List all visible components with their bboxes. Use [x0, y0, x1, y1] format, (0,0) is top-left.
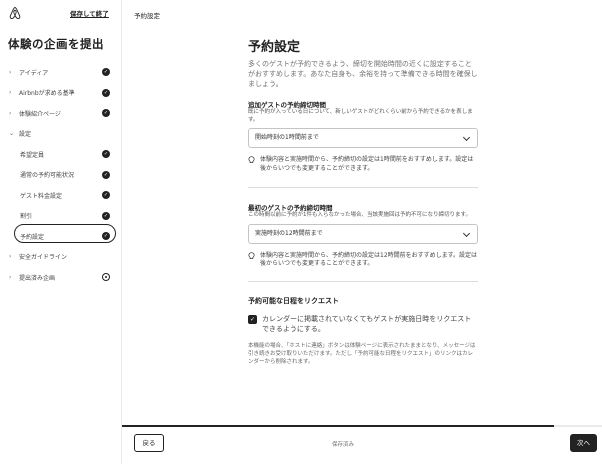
sidebar-item[interactable]: ゲスト料金設定 ✓	[0, 185, 122, 206]
sidebar-item-label: ゲスト料金設定	[20, 192, 63, 200]
request-dates-option: ✓ カレンダーに掲載されていなくてもゲストが実施日時をリクエストできるようにする…	[248, 314, 478, 334]
sidebar-item[interactable]: › Airbnbが求める基準 ✓	[0, 83, 122, 104]
check-circle-icon: ✓	[102, 150, 110, 159]
page-title: 予約設定	[248, 40, 301, 55]
content: 予約設定 多くのゲストが予約できるよう、締切を開始時間の近くに設定することがおす…	[248, 36, 478, 366]
section1-title: 追加ゲストの予約締切時間	[248, 101, 326, 109]
sidebar-title: 体験の企画を提出	[8, 37, 104, 51]
sidebar-item-label: 安全ガイドライン	[19, 254, 68, 262]
sidebar-item[interactable]: › 安全ガイドライン	[0, 247, 122, 268]
guest-cutoff-value: 開始時刻の1時間前まで	[255, 134, 319, 141]
sidebar-item-label: 設定	[19, 131, 32, 139]
sidebar-item[interactable]: › 提出済み企画	[0, 267, 122, 288]
sidebar-item[interactable]: 希望定員 ✓	[0, 144, 122, 165]
section1-desc: 既に予約が入っている日について、新しいゲストがどれくらい前から予約できるかを表し…	[248, 109, 473, 123]
first-guest-cutoff-select[interactable]: 実施時刻の12時間前まで	[248, 223, 478, 244]
sidebar-item[interactable]: 割引 ✓	[0, 206, 122, 227]
check-circle-icon: ✓	[102, 170, 110, 179]
sidebar-item-label: 割引	[20, 213, 33, 221]
chevron-right-icon: ›	[9, 109, 12, 117]
chevron-right-icon: ›	[9, 253, 12, 261]
sidebar-nav: › アイディア ✓ › Airbnbが求める基準 ✓ › 体験紹介ページ ✓ ⌄ 設定 希望定員 ✓ 通常…	[0, 62, 122, 288]
sidebar: 保存して終了 体験の企画を提出 › アイディア ✓ › Airbnbが求める基準 ✓ › 体験…	[0, 0, 122, 464]
check-circle-icon: ✓	[102, 191, 110, 200]
chevron-right-icon: ›	[9, 89, 12, 97]
chevron-down-icon: ⌄	[9, 130, 15, 138]
section3-title: 予約可能な日程をリクエスト	[248, 296, 339, 305]
section2-desc: この時間以前に予約が1件も入らなかった場合、当該実施回は予約不可になり締切ります…	[248, 212, 471, 218]
section2-tip: 体験内容と実施時間から、予約締切の設定は12時間前をおすすめします。設定は後から…	[248, 252, 478, 269]
first-guest-cutoff-value: 実施時刻の12時間前まで	[255, 229, 323, 237]
section2-tip-text: 体験内容と実施時間から、予約締切の設定は12時間前をおすすめします。設定は後から…	[260, 251, 478, 268]
section1-tip: 体験内容と実施時間から、予約締切の設定は1時間前をおすすめします。設定は後からい…	[248, 156, 478, 173]
breadcrumb: 予約設定	[134, 12, 160, 20]
request-dates-label: カレンダーに掲載されていなくてもゲストが実施日時をリクエストできるようにする。	[262, 314, 472, 333]
airbnb-logo-icon[interactable]	[9, 6, 21, 20]
check-circle-icon: ✓	[102, 211, 110, 220]
sidebar-item-label: Airbnbが求める基準	[19, 90, 75, 98]
sidebar-item[interactable]: › アイディア ✓	[0, 62, 122, 83]
sidebar-item-label: 体験紹介ページ	[19, 110, 61, 118]
sidebar-item-label: アイディア	[19, 69, 49, 77]
sidebar-item-label: 通常の予約可能状況	[20, 172, 75, 180]
check-circle-icon: ✓	[102, 109, 110, 118]
check-circle-icon: ✓	[102, 88, 110, 97]
lightbulb-icon	[248, 156, 255, 163]
save-status: 保存済み	[332, 442, 355, 448]
chevron-right-icon: ›	[9, 273, 12, 281]
pending-circle-icon	[102, 273, 110, 282]
section1-tip-text: 体験内容と実施時間から、予約締切の設定は1時間前をおすすめします。設定は後からい…	[260, 156, 474, 172]
sidebar-item-label: 希望定員	[20, 151, 45, 159]
chevron-down-icon	[462, 229, 471, 237]
lightbulb-icon	[248, 251, 255, 259]
chevron-right-icon: ›	[9, 68, 12, 76]
save-and-exit-link[interactable]: 保存して終了	[70, 8, 109, 18]
sidebar-item[interactable]: 通常の予約可能状況 ✓	[0, 165, 122, 186]
chevron-down-icon	[462, 133, 471, 142]
section2-title: 最初のゲストの予約締切時間	[248, 204, 333, 212]
main-panel: 予約設定 予約設定 多くのゲストが予約できるよう、締切を開始時間の近くに設定する…	[122, 0, 602, 464]
page-lead: 多くのゲストが予約できるよう、締切を開始時間の近くに設定することがおすすめします…	[248, 60, 478, 88]
active-item-outline	[14, 224, 116, 243]
sidebar-item[interactable]: ⌄ 設定	[0, 124, 122, 145]
check-circle-icon: ✓	[102, 68, 110, 77]
sidebar-item[interactable]: › 体験紹介ページ ✓	[0, 103, 122, 124]
progress-bar	[122, 425, 554, 427]
sidebar-item-label: 提出済み企画	[19, 274, 56, 282]
request-dates-checkbox[interactable]: ✓	[248, 314, 257, 324]
section3-note: 本機能の場合、「ホストに連絡」ボタンは体験ページに表示されたままとなり、メッセー…	[248, 342, 476, 365]
next-button[interactable]: 次へ	[570, 434, 597, 452]
back-button[interactable]: 戻る	[134, 434, 164, 452]
guest-cutoff-select[interactable]: 開始時刻の1時間前まで	[248, 128, 478, 148]
